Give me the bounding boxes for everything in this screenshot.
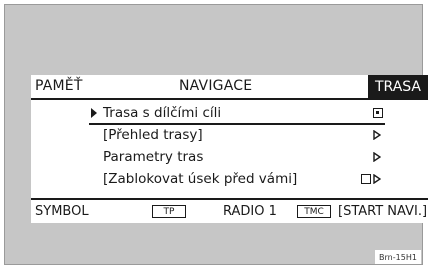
tab-pamet[interactable]: PAMĚŤ [35, 78, 83, 94]
menu-item-label: Parametry tras [103, 149, 204, 165]
symbol-button[interactable]: SYMBOL [35, 204, 89, 219]
menu-item-parametry-tras[interactable]: Parametry tras [89, 147, 385, 167]
outline-arrow-icon [373, 152, 381, 162]
image-tag: Brn-15H1 [375, 250, 421, 264]
menu-item-label: [Zablokovat úsek před vámi] [103, 171, 298, 187]
cursor-arrow-icon [91, 108, 97, 118]
menu-item-prehled-trasy[interactable]: [Přehled trasy] [89, 125, 385, 145]
tmc-badge: TMC [297, 205, 331, 218]
menu-item-label: [Přehled trasy] [103, 127, 203, 143]
top-bar: PAMĚŤ NAVIGACE TRASA [31, 75, 428, 100]
menu-item-trasa-s-dilcimi-cili[interactable]: Trasa s dílčími cíli [89, 103, 385, 125]
menu-item-zablokovat-usek[interactable]: [Zablokovat úsek před vámi] [89, 169, 385, 189]
menu-item-label: Trasa s dílčími cíli [103, 105, 222, 121]
outline-arrow-icon [373, 174, 381, 184]
outline-arrow-icon [373, 130, 381, 140]
start-navi-button[interactable]: [START NAVI.] [338, 204, 427, 219]
device-frame: PAMĚŤ NAVIGACE TRASA Trasa s dílčími cíl… [4, 4, 428, 265]
bottom-bar: SYMBOL TP RADIO 1 TMC [START NAVI.] [31, 198, 428, 223]
navigation-screen: PAMĚŤ NAVIGACE TRASA Trasa s dílčími cíl… [31, 75, 428, 223]
tab-trasa[interactable]: TRASA [368, 75, 428, 98]
radio-source-label: RADIO 1 [223, 204, 277, 219]
checkbox-icon[interactable] [361, 174, 371, 184]
tp-badge: TP [152, 205, 186, 218]
screen-title: NAVIGACE [179, 78, 253, 94]
selected-box-icon [373, 108, 383, 118]
